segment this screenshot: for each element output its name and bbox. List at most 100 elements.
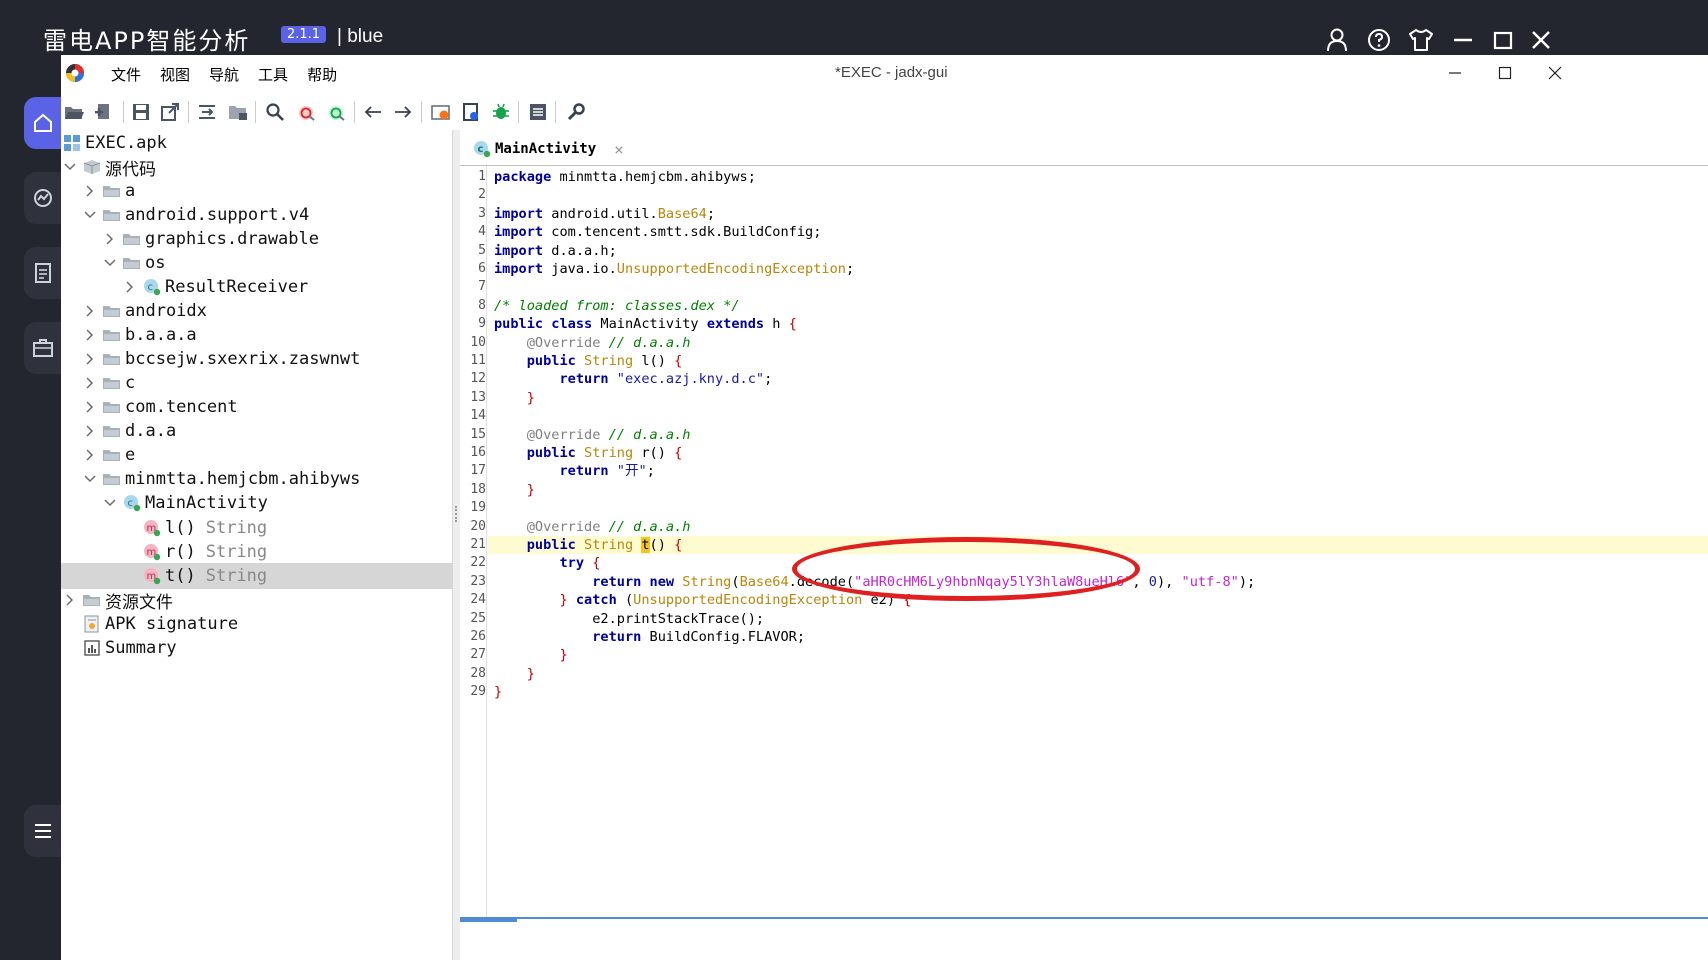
preferences-wrench-icon[interactable] [565, 101, 587, 123]
tree-node-package[interactable]: os [61, 250, 453, 276]
chevron-down-icon[interactable] [103, 256, 117, 270]
help-icon[interactable] [1364, 25, 1394, 55]
code-line: try { [559, 555, 601, 572]
tree-node-package[interactable]: bccsejw.sxexrix.zaswnwt [61, 346, 453, 372]
quark-icon[interactable] [460, 101, 482, 123]
pane-splitter[interactable] [453, 130, 460, 960]
toolbox-icon[interactable] [24, 322, 61, 374]
maximize-icon[interactable] [1490, 61, 1520, 85]
tree-node-class[interactable]: c MainActivity [61, 490, 453, 516]
chevron-right-icon[interactable] [83, 184, 97, 198]
class-icon: c [143, 278, 161, 296]
search-icon[interactable] [264, 101, 286, 123]
tree-label: MainActivity [145, 493, 268, 513]
add-files-icon[interactable] [93, 101, 115, 123]
chevron-down-icon[interactable] [83, 208, 97, 222]
code-editor: c MainActivity × 1 2 3 4 5 6 7 8 9 10 11 12 13 14 15 16… [460, 130, 1708, 960]
code-line: /* loaded from: classes.dex */ [494, 297, 740, 314]
menu-navigation[interactable]: 导航 [209, 64, 239, 85]
tree-node-apk-signature[interactable]: APK signature [61, 611, 453, 637]
code-area[interactable]: package minmtta.hemjcbm.ahibyws; import … [488, 166, 1708, 960]
document-icon[interactable] [24, 247, 61, 299]
code-line: } [494, 684, 503, 701]
deobfuscation-icon[interactable] [430, 101, 452, 123]
tree-node-apk[interactable]: EXEC.apk [61, 130, 453, 156]
user-icon[interactable] [1322, 25, 1352, 55]
open-file-icon[interactable] [63, 101, 85, 123]
close-icon[interactable] [1540, 61, 1570, 85]
tree-label: android.support.v4 [125, 205, 310, 225]
tree-node-package[interactable]: android.support.v4 [61, 202, 453, 228]
line-number: 24 [470, 592, 486, 608]
chevron-down-icon[interactable] [63, 160, 77, 174]
tree-node-method[interactable]: m r() String [61, 539, 453, 565]
certificate-icon [83, 615, 101, 633]
tab-close-icon[interactable]: × [614, 140, 624, 159]
chevron-right-icon[interactable] [83, 400, 97, 414]
chevron-right-icon[interactable] [83, 328, 97, 342]
chevron-right-icon[interactable] [83, 448, 97, 462]
menu-icon[interactable] [24, 805, 61, 857]
chevron-right-icon[interactable] [83, 352, 97, 366]
menu-file[interactable]: 文件 [111, 64, 141, 85]
tree-label: c [125, 373, 136, 393]
chevron-right-icon[interactable] [83, 424, 97, 438]
find-usage-icon[interactable] [325, 101, 347, 123]
find-class-icon[interactable] [295, 101, 317, 123]
bottom-search-bar [460, 917, 1708, 960]
tree-label: EXEC.apk [85, 133, 167, 153]
tree-node-package[interactable]: graphics.drawable [61, 226, 453, 252]
minimize-icon[interactable] [1440, 61, 1470, 85]
sync-tree-icon[interactable] [196, 101, 218, 123]
menu-view[interactable]: 视图 [160, 64, 190, 85]
code-line: public class MainActivity extends h { [494, 316, 797, 333]
home-icon[interactable] [24, 97, 61, 149]
skin-shirt-icon[interactable] [1406, 25, 1436, 55]
folder-icon [103, 374, 121, 392]
outer-minimize-icon[interactable] [1448, 25, 1478, 55]
menu-help[interactable]: 帮助 [307, 64, 337, 85]
tree-node-method-selected[interactable]: m t() String [61, 563, 453, 589]
tree-node-package[interactable]: b.a.a.a [61, 322, 453, 348]
tree-node-package[interactable]: c [61, 370, 453, 396]
tree-node-resources[interactable]: 资源文件 [61, 587, 453, 613]
code-line: } [559, 647, 568, 664]
chevron-down-icon[interactable] [83, 472, 97, 486]
tree-node-package[interactable]: com.tencent [61, 394, 453, 420]
tree-node-class[interactable]: c ResultReceiver [61, 274, 453, 300]
folder-icon [103, 398, 121, 416]
summary-chart-icon [83, 639, 101, 657]
debug-bug-icon[interactable] [490, 101, 512, 123]
log-viewer-icon[interactable] [527, 101, 549, 123]
tree-node-method[interactable]: m l() String [61, 515, 453, 541]
menu-tools[interactable]: 工具 [258, 64, 288, 85]
tab-mainactivity[interactable]: c MainActivity × [465, 134, 632, 164]
chevron-right-icon[interactable] [103, 232, 117, 246]
chevron-right-icon[interactable] [83, 304, 97, 318]
flatten-packages-icon[interactable] [227, 101, 249, 123]
outer-maximize-icon[interactable] [1488, 25, 1518, 55]
tree-node-summary[interactable]: Summary [61, 635, 453, 661]
export-icon[interactable] [159, 101, 181, 123]
tree-node-source-code[interactable]: 源代码 [61, 154, 453, 180]
chevron-right-icon[interactable] [63, 593, 77, 607]
code-line: public String r() { [526, 445, 683, 461]
tree-node-package[interactable]: d.a.a [61, 418, 453, 444]
tree-node-package[interactable]: e [61, 442, 453, 468]
tree-node-package[interactable]: androidx [61, 298, 453, 324]
chevron-down-icon[interactable] [103, 496, 117, 510]
tree-node-package[interactable]: minmtta.hemjcbm.ahibyws [61, 466, 453, 492]
save-icon[interactable] [130, 101, 152, 123]
analysis-icon[interactable] [24, 172, 61, 224]
tree-node-package[interactable]: a [61, 178, 453, 204]
chevron-right-icon[interactable] [123, 280, 137, 294]
svg-text:c: c [148, 282, 154, 293]
back-arrow-icon[interactable] [362, 101, 384, 123]
outer-close-icon[interactable] [1526, 25, 1556, 55]
line-number: 16 [470, 445, 486, 460]
forward-arrow-icon[interactable] [392, 101, 414, 123]
line-number: 25 [470, 610, 486, 626]
chevron-right-icon[interactable] [83, 376, 97, 390]
class-icon: c [123, 494, 141, 512]
apk-icon [63, 134, 81, 152]
